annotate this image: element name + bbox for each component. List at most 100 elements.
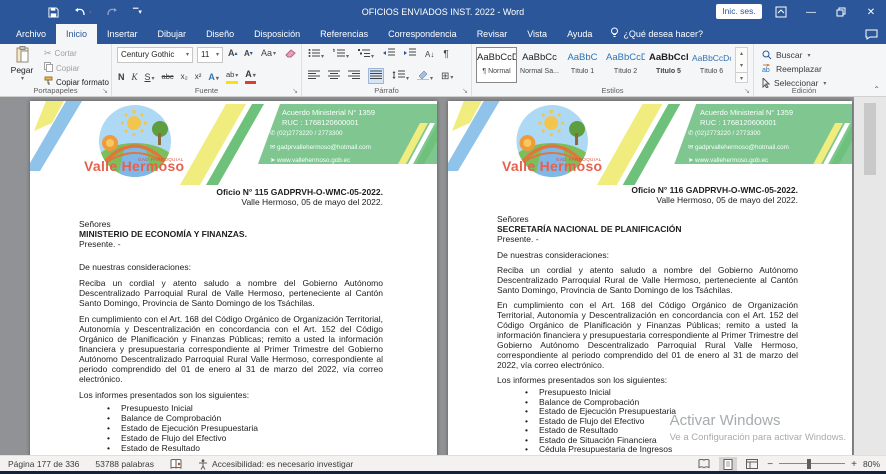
style-titulo-1[interactable]: AaBbC Título 1 [562,47,603,83]
highlight-label: ab [226,70,234,79]
letterhead: Valle Hermoso GAD PARROQUIAL Acuerdo Min… [30,101,437,185]
presente-line: Presente. - [497,234,798,244]
change-case-button[interactable]: Aa▾ [261,48,276,58]
styles-scroll-down-icon[interactable]: ▾ [736,60,747,72]
highlight-button[interactable]: ab▾ [226,70,238,84]
replace-button[interactable]: ab Reemplazar [762,62,822,76]
paste-button[interactable]: Pegar ▾ [4,46,40,84]
zoom-slider-thumb[interactable] [807,459,811,469]
tab-dibujar[interactable]: Dibujar [148,24,197,44]
cut-button[interactable]: ✂ Cortar [44,48,77,59]
font-family-combo[interactable]: Century Gothic▾ [117,47,193,63]
tab-correspondencia[interactable]: Correspondencia [378,24,467,44]
feedback-comment-icon[interactable] [865,24,878,44]
strikethrough-button[interactable]: abc [162,72,174,81]
align-center-button[interactable] [328,70,340,82]
clipboard-icon [15,55,30,65]
tab-referencias[interactable]: Referencias [310,24,378,44]
tab-archivo[interactable]: Archivo [6,24,56,44]
minimize-button[interactable]: — [796,0,826,24]
tell-me-box[interactable]: ¿Qué desea hacer? [602,24,711,44]
ribbon: Pegar ▾ ✂ Cortar Copiar Copiar formato P… [0,44,886,97]
tab-diseno[interactable]: Diseño [196,24,244,44]
word-count[interactable]: 53788 palabras [95,459,154,469]
styles-gallery-more-icon[interactable]: ▾ [736,72,747,85]
find-button[interactable]: Buscar▾ [762,48,810,62]
shading-button[interactable]: ▾ [417,70,433,82]
decrease-indent-button[interactable] [383,48,395,60]
tab-insertar[interactable]: Insertar [97,24,148,44]
dialog-launcher-icon[interactable]: ↘ [292,87,298,95]
paste-label: Pegar [4,65,40,75]
align-right-button[interactable] [348,70,360,82]
line-spacing-button[interactable]: ▾ [392,70,409,82]
clear-formatting-button[interactable] [284,48,296,59]
page-indicator[interactable]: Página 177 de 336 [8,459,79,469]
print-layout-view-icon[interactable] [719,457,737,471]
letterhead: Valle Hermoso GAD PARROQUIAL Acuerdo Min… [448,101,852,185]
copy-button[interactable]: Copiar [44,62,80,74]
text-effects-button[interactable]: A▾ [208,72,219,82]
bullet-list-button[interactable]: ▾ [308,48,324,60]
font-size-combo[interactable]: 11▾ [197,47,223,63]
italic-button[interactable]: K [132,72,138,82]
shrink-font-button[interactable]: A▾ [244,49,253,58]
pilcrow-button[interactable]: ¶ [443,49,448,60]
restore-button[interactable] [826,0,856,24]
tab-ayuda[interactable]: Ayuda [557,24,602,44]
list-intro: Los informes presentados son los siguien… [497,375,798,385]
letter-date: Valle Hermoso, 05 de mayo del 2022. [497,195,798,205]
zoom-in-button[interactable]: + [851,459,857,470]
borders-button[interactable]: ⊞▾ [441,71,453,82]
style-normal[interactable]: AaBbCcD ¶ Normal [476,47,517,83]
group-label-parrafo: Párrafo [302,86,471,95]
align-left-button[interactable] [308,70,320,82]
proofing-icon[interactable] [170,459,182,470]
style-titulo-6[interactable]: AaBbCcDc Título 6 [691,47,732,83]
tab-inicio[interactable]: Inicio [56,24,97,44]
zoom-out-button[interactable]: − [767,459,773,470]
superscript-button[interactable]: x² [195,72,202,81]
style-normal-sa[interactable]: AaBbCc Normal Sa... [519,47,560,83]
collapse-ribbon-icon[interactable]: ⌃ [873,85,880,94]
numbered-list-button[interactable]: ▾ [333,48,349,60]
sort-button[interactable]: A↓ [425,50,434,59]
bold-button[interactable]: N [118,72,125,82]
font-color-button[interactable]: A▾ [245,69,256,84]
style-preview: AaBbCcD [477,48,516,68]
group-parrafo: ▾ ▾ ▾ A↓ ¶ ▾ ▾ ⊞▾ Párrafo ↘ [302,44,472,96]
style-titulo-5[interactable]: AaBbCcl Título 5 [648,47,689,83]
scrollbar-thumb[interactable] [864,103,876,175]
tab-vista[interactable]: Vista [517,24,557,44]
dialog-launcher-icon[interactable]: ↘ [462,87,468,95]
accessibility-status[interactable]: Accesibilidad: es necesario investigar [198,459,353,470]
increase-indent-button[interactable] [404,48,416,60]
underline-button[interactable]: S▾ [145,72,155,82]
grow-font-button[interactable]: A▴ [228,48,238,58]
read-mode-view-icon[interactable] [695,457,713,471]
group-fuente: Century Gothic▾ 11▾ A▴ A▾ Aa▾ N K S▾ abc… [112,44,302,96]
zoom-level[interactable]: 80% [863,459,880,469]
close-button[interactable]: ✕ [856,0,886,24]
justify-button[interactable] [368,68,384,84]
sign-in-button[interactable]: Inic. ses. [716,4,762,19]
style-name: Título 6 [692,68,731,75]
envelope-icon: ✉ [688,144,695,151]
document-page-2[interactable]: Valle Hermoso GAD PARROQUIAL Acuerdo Min… [448,101,852,455]
tab-revisar[interactable]: Revisar [467,24,518,44]
zoom-slider[interactable] [779,458,845,470]
styles-scroll-up-icon[interactable]: ▴ [736,48,747,60]
vertical-scrollbar[interactable] [854,97,886,455]
replace-label: Reemplazar [776,64,822,74]
chevron-down-icon: ▾ [186,48,189,62]
multilevel-list-button[interactable]: ▾ [358,48,374,60]
ribbon-display-options-icon[interactable] [766,0,796,24]
dialog-launcher-icon[interactable]: ↘ [744,87,750,95]
phone-icon: ✆ [270,130,277,137]
tab-disposicion[interactable]: Disposición [244,24,310,44]
style-titulo-2[interactable]: AaBbCcD Título 2 [605,47,646,83]
subscript-button[interactable]: x₂ [181,72,188,81]
web-layout-view-icon[interactable] [743,457,761,471]
dialog-launcher-icon[interactable]: ↘ [102,87,108,95]
document-page-1[interactable]: Valle Hermoso GAD PARROQUIAL Acuerdo Min… [30,101,437,455]
